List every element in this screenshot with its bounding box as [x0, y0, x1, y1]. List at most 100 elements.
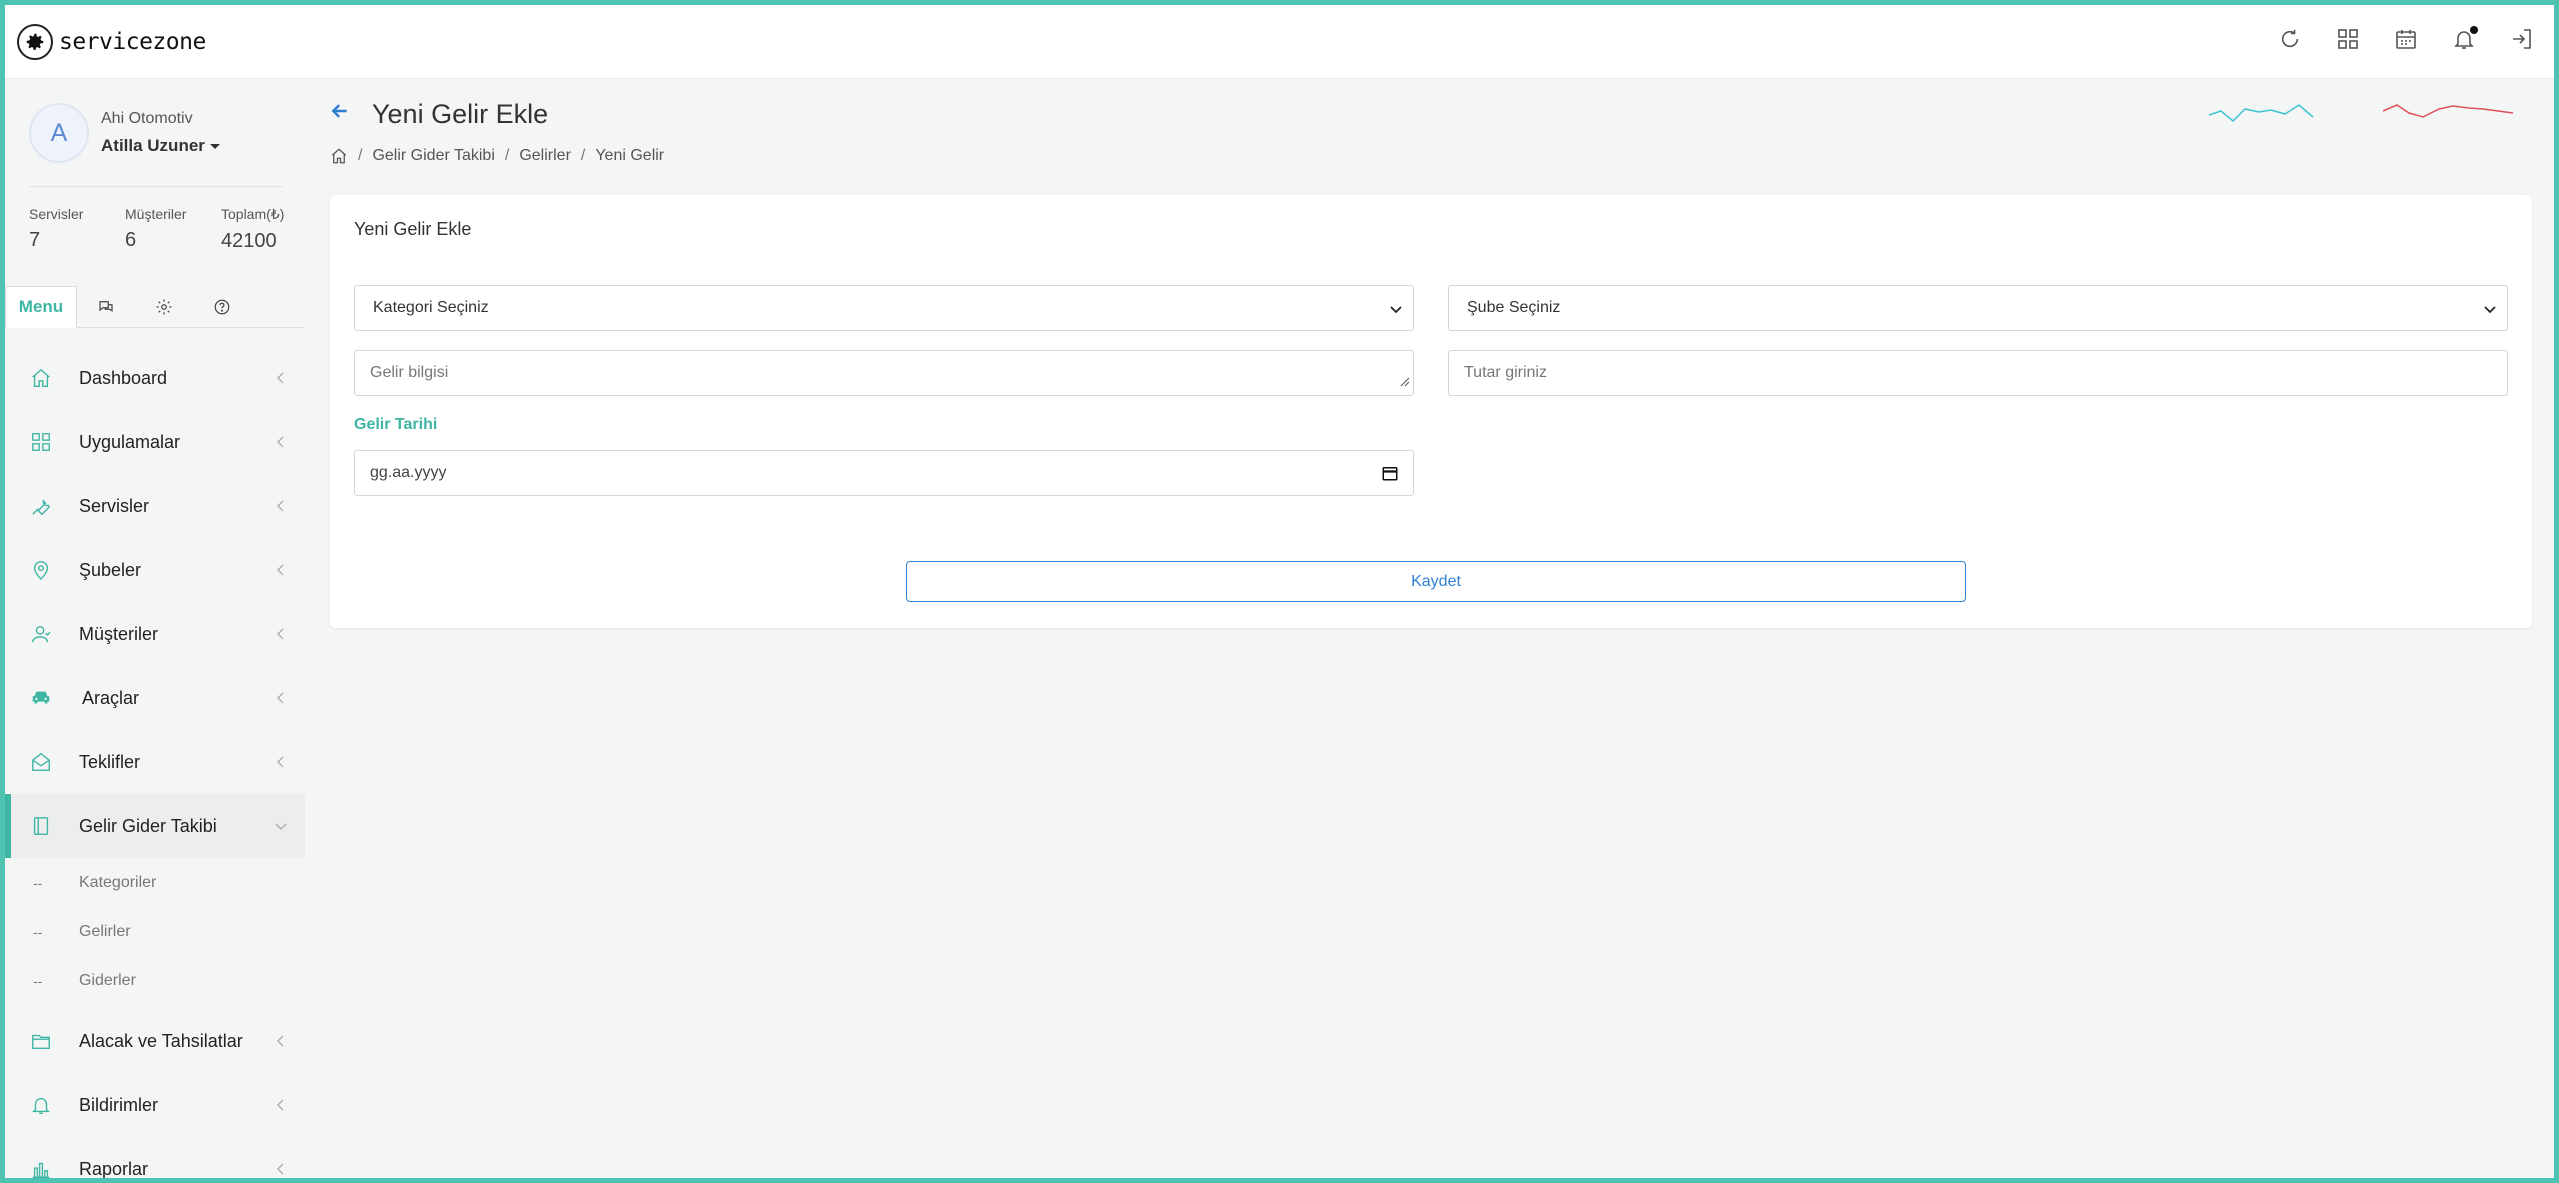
chevron-left-icon — [275, 628, 287, 640]
sparkline-red — [2383, 104, 2514, 118]
sidebar-item-offers[interactable]: Teklifler — [5, 730, 305, 794]
breadcrumb: / Gelir Gider Takibi / Gelirler / Yeni G… — [330, 147, 664, 165]
chevron-down-icon — [275, 820, 287, 832]
breadcrumb-link[interactable]: Gelir Gider Takibi — [372, 147, 494, 165]
sidebar-item-vehicles[interactable]: Araçlar — [5, 666, 305, 730]
submenu-item-incomes[interactable]: -- Gelirler — [5, 907, 305, 956]
sidebar-item-receivables[interactable]: Alacak ve Tahsilatlar — [5, 1009, 305, 1073]
chevron-down-icon — [2483, 302, 2497, 320]
category-select[interactable]: Kategori Seçiniz — [354, 285, 1414, 331]
chevron-down-icon — [1389, 302, 1403, 320]
income-date-input[interactable]: gg.aa.yyyy — [354, 450, 1414, 496]
home-icon[interactable] — [330, 147, 348, 165]
grid-icon — [29, 430, 53, 454]
map-pin-icon — [29, 558, 53, 582]
submenu-item-expenses[interactable]: -- Giderler — [5, 956, 305, 1005]
submenu-item-categories[interactable]: -- Kategoriler — [5, 858, 305, 907]
sidebar-menu: Dashboard Uygulamalar Servisler Şubeler — [5, 346, 305, 1178]
sidebar-item-customers[interactable]: Müşteriler — [5, 602, 305, 666]
breadcrumb-link[interactable]: Gelirler — [519, 147, 571, 165]
sidebar-item-notifications[interactable]: Bildirimler — [5, 1073, 305, 1137]
book-icon — [29, 814, 53, 838]
chevron-left-icon — [275, 1163, 287, 1175]
submenu-item-label: Kategoriler — [79, 873, 157, 891]
breadcrumb-current: Yeni Gelir — [595, 147, 665, 164]
stat-total: Toplam(₺) 42100 — [221, 206, 317, 253]
calendar-icon[interactable] — [2392, 25, 2420, 53]
user-dropdown[interactable]: Atilla Uzuner — [101, 136, 220, 156]
sidebar-item-apps[interactable]: Uygulamalar — [5, 410, 305, 474]
tab-menu[interactable]: Menu — [5, 286, 77, 328]
chevron-left-icon — [275, 372, 287, 384]
sidebar-tabs: Menu — [5, 286, 305, 328]
header-sparklines — [2209, 101, 2517, 127]
notification-dot — [2470, 26, 2478, 34]
branch-select[interactable]: Şube Seçiniz — [1448, 285, 2508, 331]
sidebar-item-label: Uygulamalar — [79, 431, 181, 452]
user-text: Ahi Otomotiv Atilla Uzuner — [101, 110, 220, 156]
mail-open-icon — [29, 750, 53, 774]
bar-chart-icon — [29, 1157, 53, 1178]
logo[interactable]: servicezone — [17, 23, 206, 60]
apps-grid-icon[interactable] — [2334, 25, 2362, 53]
sidebar: A Ahi Otomotiv Atilla Uzuner Servisler 7… — [5, 79, 305, 1178]
sidebar-item-label: Alacak ve Tahsilatlar — [79, 1030, 243, 1051]
sidebar-item-reports[interactable]: Raporlar — [5, 1137, 305, 1178]
folder-icon — [29, 1029, 53, 1053]
users-icon — [29, 622, 53, 646]
sidebar-item-label: Şubeler — [79, 559, 142, 580]
amount-input[interactable]: Tutar giriniz — [1448, 350, 2508, 396]
sidebar-item-label: Müşteriler — [79, 623, 159, 644]
logo-text: servicezone — [59, 28, 206, 55]
stat-value: 7 — [29, 229, 41, 251]
resize-grip-icon[interactable] — [1400, 374, 1410, 392]
back-arrow-icon[interactable] — [330, 101, 354, 125]
sparkline-cyan — [2209, 104, 2314, 123]
submenu-dash: -- — [33, 972, 43, 989]
branch-select-value: Şube Seçiniz — [1467, 299, 1561, 316]
stat-label: Toplam(₺) — [221, 206, 285, 222]
wrench-icon — [29, 494, 53, 518]
sidebar-item-dashboard[interactable]: Dashboard — [5, 346, 305, 410]
bell-icon[interactable] — [2450, 25, 2478, 53]
avatar[interactable]: A — [29, 103, 89, 163]
tab-messages[interactable] — [77, 286, 135, 328]
breadcrumb-separator: / — [580, 147, 586, 164]
tab-help[interactable] — [193, 286, 251, 328]
income-info-placeholder: Gelir bilgisi — [370, 364, 449, 381]
stat-value: 6 — [125, 229, 137, 251]
submenu-dash: -- — [33, 874, 43, 891]
stat-services: Servisler 7 — [29, 206, 125, 253]
logout-icon[interactable] — [2508, 25, 2536, 53]
calendar-icon[interactable] — [1381, 464, 1399, 487]
gear-logo-icon — [17, 23, 53, 60]
chevron-left-icon — [275, 692, 287, 704]
tab-settings[interactable] — [135, 286, 193, 328]
sidebar-item-branches[interactable]: Şubeler — [5, 538, 305, 602]
refresh-icon[interactable] — [2276, 25, 2304, 53]
main-content: Yeni Gelir Ekle / Gelir Gider Takibi / G… — [330, 79, 2535, 628]
top-icons — [2276, 25, 2536, 53]
chevron-left-icon — [275, 500, 287, 512]
sidebar-divider — [29, 186, 283, 187]
caret-down-icon — [209, 144, 220, 150]
sidebar-item-label: Raporlar — [79, 1158, 149, 1179]
amount-placeholder: Tutar giriniz — [1464, 364, 1547, 381]
help-icon — [214, 299, 230, 315]
stats: Servisler 7 Müşteriler 6 Toplam(₺) 42100 — [29, 206, 317, 253]
user-name: Atilla Uzuner — [101, 136, 205, 155]
sidebar-item-services[interactable]: Servisler — [5, 474, 305, 538]
card-title: Yeni Gelir Ekle — [354, 219, 472, 239]
chat-icon — [99, 301, 113, 312]
chevron-left-icon — [275, 756, 287, 768]
top-bar: servicezone — [5, 5, 2554, 79]
stat-value: 42100 — [221, 230, 277, 252]
breadcrumb-separator: / — [358, 147, 363, 164]
income-info-textarea[interactable]: Gelir bilgisi — [354, 350, 1414, 396]
category-select-value: Kategori Seçiniz — [373, 299, 489, 316]
sidebar-item-income-expense[interactable]: Gelir Gider Takibi — [5, 794, 305, 858]
save-button[interactable]: Kaydet — [906, 561, 1966, 602]
page-header: Yeni Gelir Ekle / Gelir Gider Takibi / G… — [330, 79, 2535, 189]
car-icon — [29, 686, 53, 710]
home-icon — [29, 366, 53, 390]
